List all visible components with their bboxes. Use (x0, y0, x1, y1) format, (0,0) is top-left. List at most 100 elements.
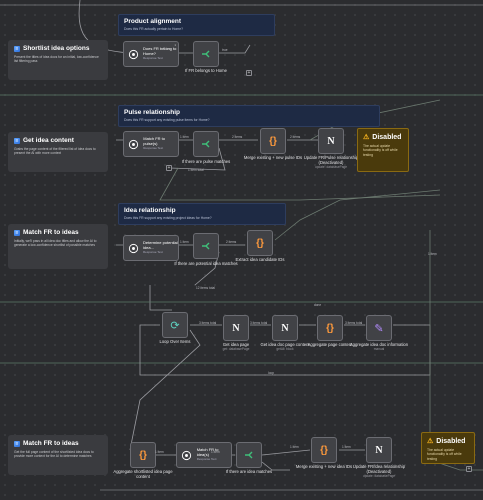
section-subtitle: Does this FR support any existing pulse … (124, 118, 210, 122)
warning-disabled-pulse[interactable]: ⚠ Disabled The actual update functionalit… (357, 128, 409, 172)
node-title: Determine potential idea... (143, 239, 178, 250)
warning-icon: ⚠ (363, 134, 370, 141)
section-title: Product alignment (124, 18, 182, 25)
node-label: If there are idea matches (225, 469, 273, 474)
node-label-update-pulse: Update FR/Pulse relationship (Deactivate… (299, 155, 363, 170)
add-node-button[interactable]: + (466, 466, 472, 472)
node-operation: getAll: block (276, 347, 294, 351)
node-fr-belongs-home[interactable]: Does FR belong to Home? Response Text 1 (123, 41, 179, 67)
openai-icon (128, 138, 139, 150)
node-merge-pulse[interactable]: {} (260, 128, 286, 154)
node-label: Aggregate shortlisted idea page content (113, 469, 173, 479)
edge-label: 1 item (342, 445, 351, 449)
node-subtitle: Response Text (143, 146, 164, 151)
warning-title: Disabled (436, 437, 466, 445)
node-title: Match FR to pulse(s) (143, 135, 166, 146)
note-icon: ≡ (14, 137, 20, 144)
edge-label: 3 items total (250, 321, 268, 325)
section-idea-relationship[interactable]: Idea relationship Does this FR support a… (118, 203, 286, 225)
notion-icon: N (232, 322, 240, 334)
section-title: Idea relationship (124, 207, 176, 214)
notion-icon: N (281, 322, 289, 334)
note-icon: ≡ (14, 45, 20, 52)
code-icon: {} (320, 444, 328, 456)
node-loop[interactable]: ⟳ (162, 312, 188, 338)
edge-label: 12 items total (196, 286, 215, 290)
add-node-button[interactable]: + (166, 165, 172, 171)
node-label-aggregate-info: Aggregate idea doc information manual (347, 342, 411, 352)
edge-label: 1 item (428, 252, 437, 256)
openai-icon (128, 48, 139, 60)
note-icon: ≡ (14, 440, 20, 447)
branch-icon (200, 240, 212, 252)
note-title: Get idea content (23, 137, 74, 144)
edge-label: 1 item (163, 47, 172, 51)
note-title: Match FR to ideas (23, 229, 79, 236)
edge-label: 2 items (232, 135, 243, 139)
note-body: Present the titles of idea docs for an i… (14, 55, 99, 64)
node-get-idea-doc[interactable]: N (272, 315, 298, 341)
node-label: If FR belongs to Home (185, 68, 227, 73)
sticky-note-get-content[interactable]: ≡ Get idea content Grabs the page content… (8, 132, 108, 172)
node-if-potential[interactable] (193, 233, 219, 259)
pencil-icon: ✎ (374, 322, 384, 335)
section-product-alignment[interactable]: Product alignment Does this FR actually … (118, 14, 275, 36)
node-label: Extract idea candidate IDs (235, 257, 285, 262)
edge-label: 1 item (180, 135, 189, 139)
note-body: Get the full page content of the shortli… (14, 450, 94, 459)
note-body: Grabs the page content of the filtered l… (14, 147, 96, 156)
node-subtitle: Response Text (196, 457, 217, 462)
edge-label: 1 item (155, 450, 164, 454)
node-update-idea[interactable]: N (366, 437, 392, 463)
node-if-idea[interactable] (236, 442, 262, 468)
node-match-fr-pulse[interactable]: Match FR to pulse(s) Response Text (123, 131, 179, 157)
node-extract-idea[interactable]: {} (247, 230, 273, 256)
openai-icon (181, 449, 193, 461)
branch-icon (200, 48, 212, 60)
note-title: Match FR to ideas (23, 440, 79, 447)
sticky-note-match-1[interactable]: ≡ Match FR to ideas Initially, we'll pass… (8, 224, 108, 269)
node-if-pulse[interactable] (193, 131, 219, 157)
edge-label: true (222, 48, 228, 52)
node-aggregate-page[interactable]: {} (317, 315, 343, 341)
edge-label: done (314, 303, 322, 307)
node-label-update-idea: Update FR/Idea relationship (Deactivated… (347, 464, 411, 479)
node-operation: update: databasePage (362, 474, 396, 478)
openai-icon (128, 242, 139, 254)
code-icon: {} (326, 322, 334, 334)
code-icon: {} (269, 135, 277, 147)
code-icon: {} (256, 237, 264, 249)
note-title: Shortlist idea options (23, 45, 90, 52)
node-aggregate-shortlisted[interactable]: {} (130, 442, 156, 468)
sticky-note-match-2[interactable]: ≡ Match FR to ideas Get the full page con… (8, 435, 108, 475)
sticky-note-shortlist[interactable]: ≡ Shortlist idea options Present the titl… (8, 40, 108, 80)
node-get-idea-page[interactable]: N (223, 315, 249, 341)
node-subtitle: Response Text (143, 56, 163, 61)
node-update-pulse[interactable]: N (318, 128, 344, 154)
section-pulse-relationship[interactable]: Pulse relationship Does this FR support … (118, 105, 380, 127)
edge-label: 1 item (211, 450, 220, 454)
warning-title: Disabled (372, 133, 402, 141)
loop-icon: ⟳ (170, 319, 180, 332)
node-if-home[interactable] (193, 41, 219, 67)
edge-label: 1 item (180, 240, 189, 244)
warning-body: The actual update functionality is off w… (427, 448, 462, 461)
node-match-fr-ideas[interactable]: Match FR to idea(s) Response Text (176, 442, 232, 468)
edge-label: 3 items total (199, 321, 217, 325)
notion-icon: N (375, 444, 383, 456)
edge-label: 1 item (290, 445, 299, 449)
node-determine-idea[interactable]: Determine potential idea... Response Text (123, 235, 179, 261)
run-count: 1 (174, 43, 176, 47)
node-label: Merge existing + new pulse IDs (243, 155, 303, 160)
add-node-button[interactable]: + (246, 70, 252, 76)
node-operation: manual (373, 347, 385, 351)
edge-label: 1 item total (188, 168, 204, 172)
node-aggregate-info[interactable]: ✎ (366, 315, 392, 341)
edge-label: loop (268, 371, 275, 375)
node-subtitle: Response Text (143, 250, 163, 255)
branch-icon (243, 449, 255, 461)
warning-disabled-idea[interactable]: ⚠ Disabled The actual update functionalit… (421, 432, 475, 464)
node-merge-idea[interactable]: {} (311, 437, 337, 463)
edge-label: 3 items total (345, 321, 363, 325)
node-label: Loop Over Items (159, 339, 191, 344)
